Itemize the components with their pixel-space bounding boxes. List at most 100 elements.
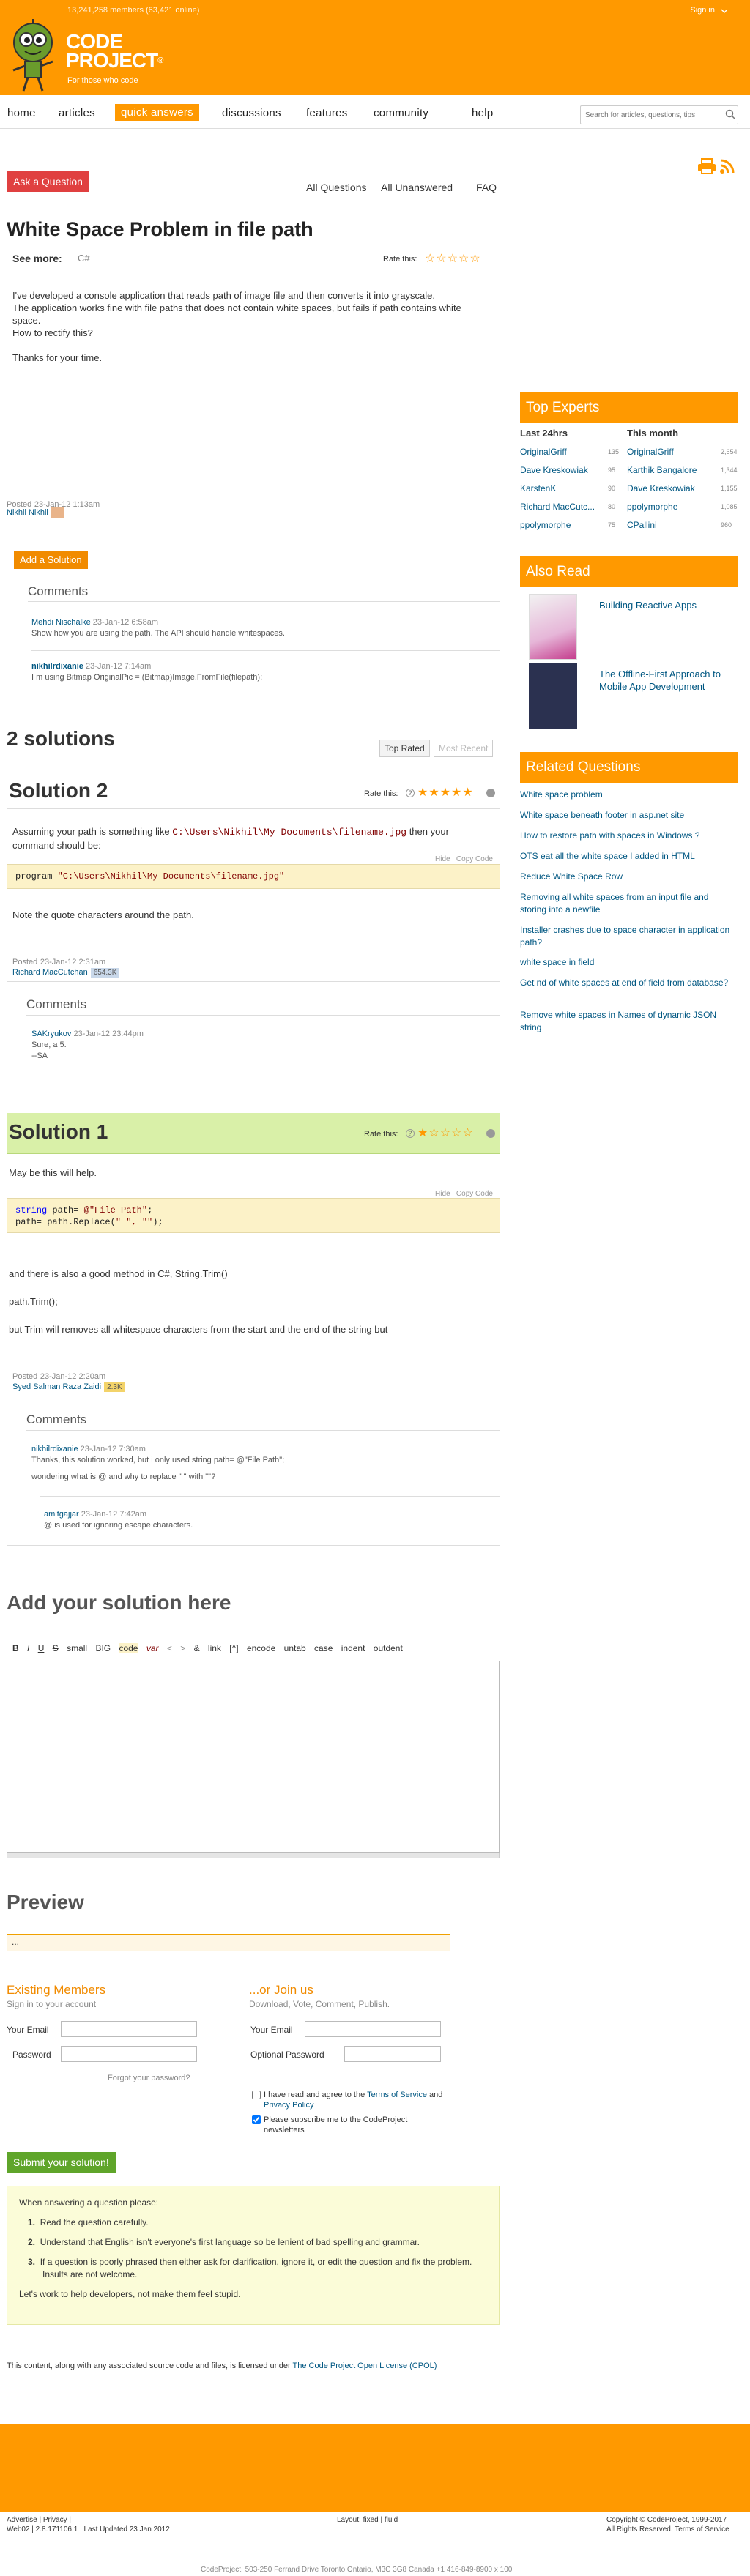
license-link[interactable]: The Code Project Open License (CPOL) <box>293 2361 437 2370</box>
code-block: string path= @"File Path"; path= path.Re… <box>7 1198 500 1233</box>
divider <box>7 808 500 809</box>
related-question-link[interactable]: White space beneath footer in asp.net si… <box>520 809 738 822</box>
book-cover-image[interactable] <box>529 594 577 660</box>
encode-button[interactable]: encode <box>247 1643 275 1653</box>
solution-editor[interactable] <box>7 1661 500 1853</box>
related-question-link[interactable]: OTS eat all the white space I added in H… <box>520 850 738 863</box>
tag-link[interactable]: C# <box>78 253 90 264</box>
vote-icon[interactable] <box>486 789 495 797</box>
divider <box>40 1496 500 1497</box>
sign-in-link[interactable]: Sign in <box>690 6 715 15</box>
related-question-link[interactable]: White space problem <box>520 789 738 801</box>
related-question-link[interactable]: Removing all white spaces from an input … <box>520 891 732 916</box>
lt-button[interactable]: < <box>167 1643 172 1653</box>
add-solution-button[interactable]: Add a Solution <box>14 551 88 569</box>
last-24hrs-title: Last 24hrs <box>520 428 568 439</box>
related-question-link[interactable]: Get nd of white spaces at end of field f… <box>520 977 732 989</box>
expert-link[interactable]: CPallini <box>627 519 722 532</box>
solution-2-rating-stars[interactable]: ★★★★★ <box>417 785 474 800</box>
password-field[interactable] <box>61 2046 197 2062</box>
tab-most-recent[interactable]: Most Recent <box>434 740 494 757</box>
nav-community[interactable]: community <box>374 107 428 119</box>
nav-quick-answers[interactable]: quick answers <box>115 104 199 121</box>
related-question-link[interactable]: white space in field <box>520 956 738 969</box>
amp-button[interactable]: & <box>194 1643 200 1653</box>
gt-button[interactable]: > <box>180 1643 185 1653</box>
join-email-field[interactable] <box>305 2021 441 2037</box>
also-read-link[interactable]: Building Reactive Apps <box>599 599 738 611</box>
optional-password-field[interactable] <box>344 2046 441 2062</box>
forgot-password-link[interactable]: Forgot your password? <box>108 2074 190 2082</box>
submit-solution-button[interactable]: Submit your solution! <box>7 2152 116 2173</box>
bob-mascot-icon[interactable] <box>7 18 59 94</box>
search-input[interactable] <box>580 105 738 124</box>
vote-icon[interactable] <box>486 1129 495 1138</box>
expert-score: 95 <box>608 466 616 474</box>
help-icon[interactable]: ? <box>406 789 415 797</box>
copyright: Copyright © CodeProject, 1999-2017 <box>606 2516 727 2524</box>
join-email-label: Your Email <box>250 2025 293 2035</box>
var-button[interactable]: var <box>146 1643 159 1653</box>
nav-home[interactable]: home <box>7 107 36 119</box>
footer-links[interactable]: Advertise | Privacy | <box>7 2516 71 2524</box>
hide-copy-links[interactable]: Hide Copy Code <box>435 855 493 863</box>
indent-button[interactable]: indent <box>341 1643 365 1653</box>
expert-link[interactable]: Dave Kreskowiak <box>627 483 722 495</box>
big-button[interactable]: BIG <box>95 1643 111 1653</box>
editor-resize-handle[interactable] <box>7 1853 500 1858</box>
strike-button[interactable]: S <box>53 1643 59 1653</box>
code-button[interactable]: code <box>119 1643 138 1653</box>
subscribe-checkbox[interactable] <box>252 2115 261 2124</box>
expert-link[interactable]: Karthik Bangalore <box>627 464 722 477</box>
hide-copy-links[interactable]: Hide Copy Code <box>435 1190 493 1198</box>
rate-label: Rate this: <box>364 789 398 798</box>
related-question-link[interactable]: Reduce White Space Row <box>520 871 738 883</box>
footnote-button[interactable]: [^] <box>229 1643 238 1653</box>
code-block: program "C:\Users\Nikhil\My Documents\fi… <box>7 864 500 889</box>
comments-title: Comments <box>26 1412 87 1426</box>
book-cover-image[interactable] <box>529 663 577 729</box>
all-unanswered-link[interactable]: All Unanswered <box>381 182 453 193</box>
nav-help[interactable]: help <box>472 107 494 119</box>
outdent-button[interactable]: outdent <box>374 1643 403 1653</box>
italic-button[interactable]: I <box>27 1643 29 1653</box>
expert-link[interactable]: OriginalGriff <box>520 446 608 458</box>
expert-link[interactable]: OriginalGriff <box>627 446 722 458</box>
question-author-link[interactable]: Nikhil Nikhil <box>7 508 48 517</box>
existing-members-sub: Sign in to your account <box>7 1999 97 2009</box>
email-field[interactable] <box>61 2021 197 2037</box>
nav-discussions[interactable]: discussions <box>222 107 281 119</box>
link-button[interactable]: link <box>208 1643 221 1653</box>
underline-button[interactable]: U <box>38 1643 45 1653</box>
expert-link[interactable]: Richard MacCutc... <box>520 501 608 513</box>
expert-link[interactable]: ppolymorphe <box>520 519 608 532</box>
layout-toggle[interactable]: Layout: fixed | fluid <box>337 2516 398 2524</box>
expert-link[interactable]: Dave Kreskowiak <box>520 464 608 477</box>
site-logo[interactable]: CODE PROJECT® <box>66 31 163 71</box>
also-read-link[interactable]: The Offline-First Approach to Mobile App… <box>599 668 738 693</box>
nav-articles[interactable]: articles <box>59 107 95 119</box>
chevron-down-icon[interactable] <box>721 7 728 15</box>
search-icon[interactable] <box>725 109 735 119</box>
bold-button[interactable]: B <box>12 1643 19 1653</box>
related-question-link[interactable]: Remove white spaces in Names of dynamic … <box>520 1009 732 1034</box>
faq-link[interactable]: FAQ <box>476 182 497 193</box>
terms-checkbox[interactable] <box>252 2091 261 2099</box>
related-question-link[interactable]: How to restore path with spaces in Windo… <box>520 830 738 842</box>
solution-1-rating-stars[interactable]: ★☆☆☆☆ <box>417 1125 474 1140</box>
small-button[interactable]: small <box>67 1643 87 1653</box>
all-questions-link[interactable]: All Questions <box>306 182 366 193</box>
tab-top-rated[interactable]: Top Rated <box>379 740 430 757</box>
question-rating-stars[interactable]: ☆☆☆☆☆ <box>425 251 481 266</box>
divider <box>26 1430 500 1431</box>
rss-icon[interactable] <box>719 158 735 174</box>
expert-link[interactable]: KarstenK <box>520 483 608 495</box>
nav-features[interactable]: features <box>306 107 348 119</box>
expert-link[interactable]: ppolymorphe <box>627 501 722 513</box>
help-icon[interactable]: ? <box>406 1129 415 1138</box>
related-question-link[interactable]: Installer crashes due to space character… <box>520 924 732 949</box>
print-icon[interactable] <box>697 157 716 175</box>
case-button[interactable]: case <box>314 1643 333 1653</box>
untab-button[interactable]: untab <box>284 1643 306 1653</box>
ask-question-button[interactable]: Ask a Question <box>7 171 89 192</box>
